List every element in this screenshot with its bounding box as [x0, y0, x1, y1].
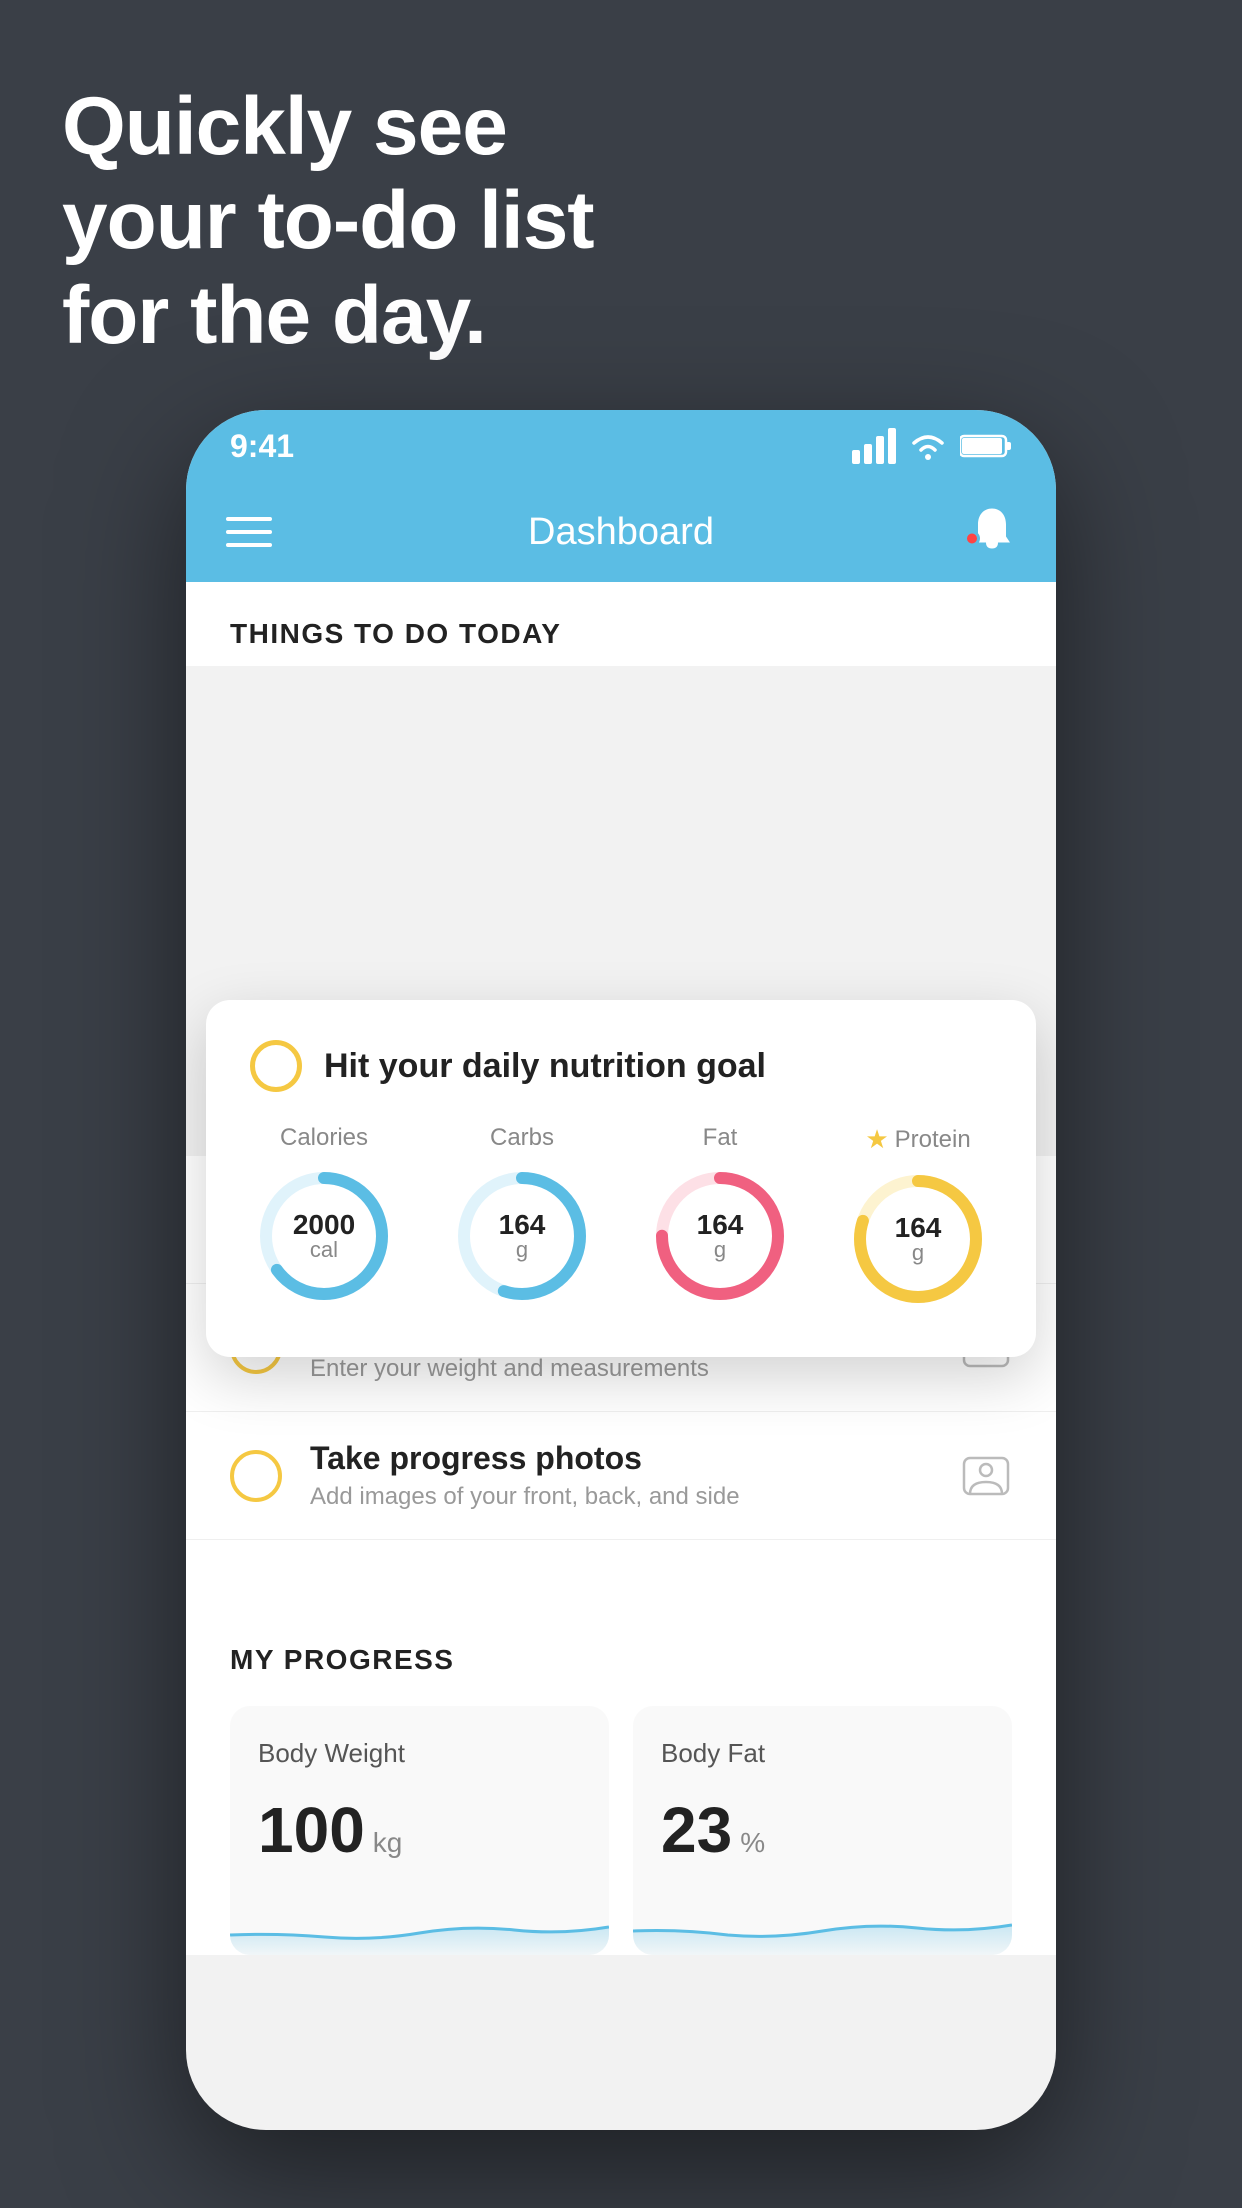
body-fat-card: Body Fat 23 % [633, 1706, 1012, 1955]
macro-calories-value: 2000 [293, 1211, 355, 1239]
macro-fat-value: 164 [697, 1211, 744, 1239]
macro-fat-label: Fat [703, 1124, 738, 1152]
status-time: 9:41 [230, 428, 294, 465]
body-weight-number: 100 [258, 1793, 365, 1867]
list-item-photos[interactable]: Take progress photos Add images of your … [186, 1412, 1056, 1540]
phone-frame: 9:41 [186, 410, 1056, 2130]
macro-calories-unit: cal [293, 1239, 355, 1261]
macro-protein-unit: g [895, 1242, 942, 1264]
battery-icon [960, 433, 1012, 459]
macro-carbs-unit: g [499, 1239, 546, 1261]
person-photo-icon [960, 1450, 1012, 1502]
things-header-text: THINGS TO DO TODAY [230, 618, 561, 649]
spacer [186, 1540, 1056, 1600]
body-weight-value-row: 100 kg [258, 1793, 581, 1867]
progress-header: MY PROGRESS [230, 1644, 1012, 1676]
macro-fat-unit: g [697, 1239, 744, 1261]
body-fat-sparkline [633, 1895, 1012, 1955]
bell-icon[interactable] [968, 505, 1016, 555]
nav-title: Dashboard [528, 511, 714, 554]
macro-protein-label: Protein [895, 1126, 971, 1154]
macro-carbs-value: 164 [499, 1211, 546, 1239]
progress-section: MY PROGRESS Body Weight 100 kg [186, 1600, 1056, 1955]
macro-protein-donut: 164 g [844, 1165, 992, 1313]
macro-calories-donut: 2000 cal [250, 1162, 398, 1310]
notification-dot [964, 531, 980, 547]
wifi-icon [908, 431, 948, 461]
photos-sub: Add images of your front, back, and side [310, 1483, 932, 1511]
body-fat-unit: % [740, 1827, 765, 1859]
things-section-header: THINGS TO DO TODAY [186, 582, 1056, 666]
hamburger-menu[interactable] [226, 517, 272, 547]
body-weight-sparkline [230, 1895, 609, 1955]
signal-icon [852, 428, 896, 464]
body-weight-title: Body Weight [258, 1738, 581, 1769]
macro-fat-donut: 164 g [646, 1162, 794, 1310]
body-fat-number: 23 [661, 1793, 732, 1867]
macro-carbs: Carbs 164 g [448, 1124, 596, 1313]
body-weight-unit: kg [373, 1827, 403, 1859]
progress-cards: Body Weight 100 kg [230, 1706, 1012, 1955]
headline: Quickly see your to-do list for the day. [62, 80, 594, 363]
card-checkbox[interactable] [250, 1040, 302, 1092]
photos-text: Take progress photos Add images of your … [310, 1440, 932, 1511]
photos-title: Take progress photos [310, 1440, 932, 1477]
macro-protein: ★ Protein 164 g [844, 1124, 992, 1313]
body-fat-value-row: 23 % [661, 1793, 984, 1867]
nav-bar: Dashboard [186, 482, 1056, 582]
nutrition-goal-card: Hit your daily nutrition goal Calories 2… [206, 1000, 1036, 1357]
macros-row: Calories 2000 cal Carbs [250, 1124, 992, 1313]
card-title: Hit your daily nutrition goal [324, 1047, 766, 1086]
macro-calories: Calories 2000 cal [250, 1124, 398, 1313]
macro-carbs-donut: 164 g [448, 1162, 596, 1310]
body-stats-sub: Enter your weight and measurements [310, 1355, 932, 1383]
card-title-row: Hit your daily nutrition goal [250, 1040, 992, 1092]
body-fat-title: Body Fat [661, 1738, 984, 1769]
macro-protein-label-row: ★ Protein [865, 1124, 970, 1155]
macro-carbs-label: Carbs [490, 1124, 554, 1152]
status-bar: 9:41 [186, 410, 1056, 482]
macro-fat: Fat 164 g [646, 1124, 794, 1313]
macro-protein-value: 164 [895, 1214, 942, 1242]
macro-calories-label: Calories [280, 1124, 368, 1152]
status-icons [852, 428, 1012, 464]
photos-checkbox[interactable] [230, 1450, 282, 1502]
protein-star-icon: ★ [865, 1124, 888, 1155]
body-weight-card: Body Weight 100 kg [230, 1706, 609, 1955]
